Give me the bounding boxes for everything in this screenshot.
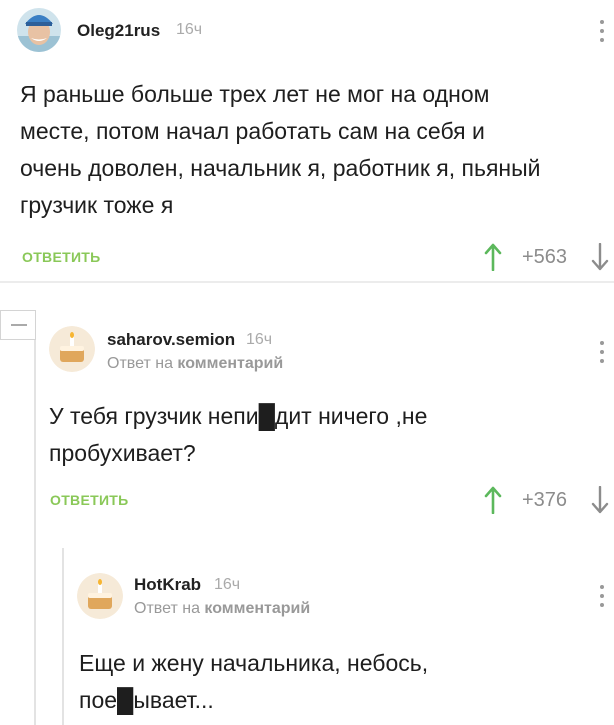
collapse-thread-icon[interactable] [0, 310, 36, 340]
username[interactable]: saharov.semion [107, 330, 235, 350]
upvote-arrow-icon[interactable] [484, 243, 502, 276]
thread-connector [0, 281, 614, 283]
reply-to[interactable]: Ответ на комментарий [134, 600, 310, 618]
text-line: Еще и жену начальника, небось, [79, 650, 429, 676]
reply-target-link[interactable]: комментарий [177, 355, 283, 372]
comment-text: У тебя грузчик непи█дит ничего ,не пробу… [49, 398, 599, 472]
timestamp: 16ч [214, 576, 241, 593]
thread-line [62, 548, 64, 725]
upvote-arrow-icon[interactable] [484, 486, 502, 519]
rating: +376 [522, 489, 568, 511]
username[interactable]: HotKrab [134, 575, 201, 595]
rating: +563 [522, 246, 568, 268]
text-line: пое█ывает... [79, 687, 214, 713]
cake-avatar-icon[interactable] [49, 326, 95, 372]
thread-line [34, 332, 36, 725]
reply-to[interactable]: Ответ на комментарий [107, 355, 283, 373]
comment-text: Я раньше больше трех лет не мог на одном… [20, 76, 600, 224]
reply-prefix: Ответ на [134, 600, 200, 617]
timestamp: 16ч [176, 21, 203, 38]
text-line: У тебя грузчик непи█дит ничего ,не [49, 403, 428, 429]
more-dots-icon[interactable] [599, 341, 605, 368]
text-line: грузчик тоже я [20, 192, 174, 218]
reply-target-link[interactable]: комментарий [204, 600, 310, 617]
text-line: месте, потом начал работать сам на себя … [20, 118, 485, 144]
reply-button[interactable]: ОТВЕТИТЬ [22, 249, 101, 265]
downvote-arrow-icon[interactable] [591, 485, 609, 519]
username[interactable]: Oleg21rus [77, 21, 160, 41]
more-dots-icon[interactable] [599, 20, 605, 47]
timestamp: 16ч [246, 331, 273, 348]
avatar[interactable] [17, 8, 61, 52]
more-dots-icon[interactable] [599, 585, 605, 612]
reply-prefix: Ответ на [107, 355, 173, 372]
text-line: пробухивает? [49, 440, 196, 466]
downvote-arrow-icon[interactable] [591, 242, 609, 276]
reply-button[interactable]: ОТВЕТИТЬ [50, 492, 129, 508]
comment-text: Еще и жену начальника, небось, пое█ывает… [79, 645, 599, 719]
text-line: Я раньше больше трех лет не мог на одном [20, 81, 490, 107]
text-line: очень доволен, начальник я, работник я, … [20, 155, 541, 181]
cake-avatar-icon[interactable] [77, 573, 123, 619]
